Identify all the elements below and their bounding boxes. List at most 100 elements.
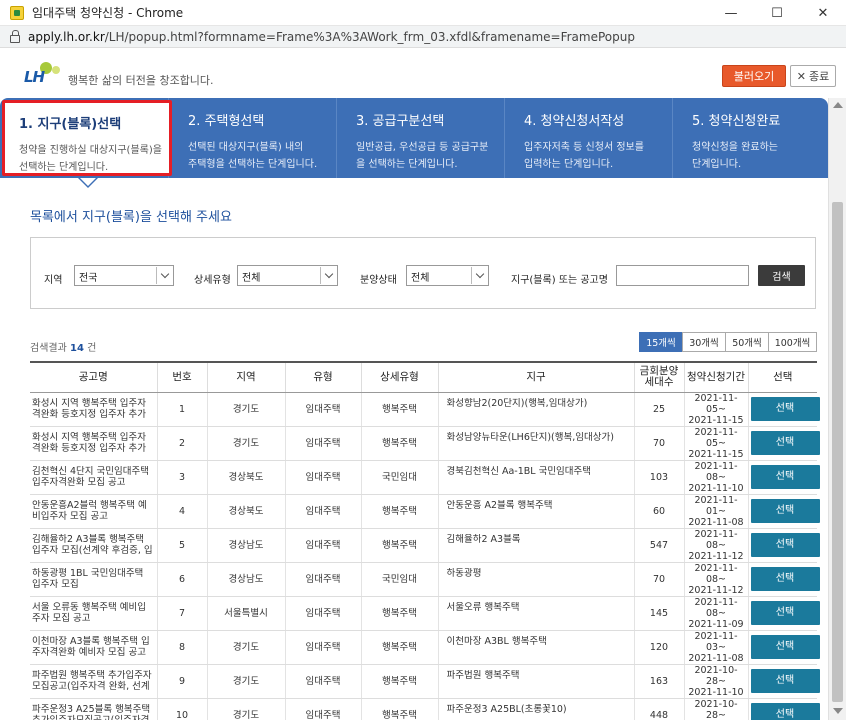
table-row[interactable]: 화성시 지역 행복주택 입주자 격완화 등호지정 입주자 추가 1 경기도 임대주택 행… [30,392,820,427]
cell-complex: 하동광평 [437,562,634,597]
table-row[interactable]: 파주법원 행복주택 추가입주자 모집공고(입주자격 완화, 선계 9 경기도 임대주택… [30,664,820,699]
cell-type: 임대주택 [284,698,361,720]
complex-text: 경북김천혁신 Aa-1BL 국민임대주택 [446,466,592,477]
result-count-label: 검색결과 [30,343,67,354]
cell-period: 2021-10-28~2021-11-10 [683,698,748,720]
chevron-down-icon [471,267,487,284]
lh-logo: LH [24,62,64,88]
complex-text: 하동광평 [446,568,482,579]
select-button[interactable]: 선택 [750,533,820,557]
cell-detail-type: 행복주택 [360,426,438,461]
step-5: 5. 청약신청완료 청약신청을 완료하는 단계입니다. [672,98,840,178]
col-complex[interactable]: 지구 [437,361,634,393]
cell-type: 임대주택 [284,494,361,529]
col-type[interactable]: 유형 [284,361,361,393]
cell-no: 3 [156,460,207,495]
col-units[interactable]: 금회분양 세대수 [633,361,684,393]
col-select: 선택 [747,361,817,393]
cell-region: 경기도 [206,630,285,665]
page-size-100[interactable]: 100개씩 [768,332,817,352]
brand-header: LH 행복한 삶의 터전을 창조합니다. 불러오기 ✕ 종료 [0,48,846,98]
cell-region: 경상남도 [206,528,285,563]
cell-complex: 김해율하2 A3블록 [437,528,634,563]
cell-select: 선택 [747,494,820,529]
select-button[interactable]: 선택 [750,465,820,489]
period-end: 2021-11-08 [688,516,744,528]
scroll-up-icon[interactable] [833,102,843,108]
vertical-scrollbar[interactable] [828,98,846,720]
sale-status-select[interactable]: 전체 [406,265,489,286]
select-button[interactable]: 선택 [750,431,820,455]
main-content: 목록에서 지구(블록)을 선택해 주세요 지역 전국 상세유형 전체 분양상태 … [0,178,828,720]
cell-notice: 화성시 지역 행복주택 입주자 격완화 등호지정 입주자 추가 [30,426,157,461]
select-button[interactable]: 선택 [750,499,820,523]
page-size-50[interactable]: 50개씩 [725,332,769,352]
select-button[interactable]: 선택 [750,703,820,720]
notice-text: 파주법원 행복주택 추가입주자 모집공고(입주자격 완화, 선계 [32,670,152,692]
results-table: 공고명 번호 지역 유형 상세유형 지구 금회분양 세대수 청약신청기간 선택 화… [30,361,820,720]
detail-type-select[interactable]: 전체 [237,265,338,286]
step-title: 2. 주택형선택 [188,114,265,129]
cell-region: 경기도 [206,664,285,699]
select-button[interactable]: 선택 [750,397,820,421]
step-desc-line2: 입력하는 단계입니다. [524,159,614,170]
select-button[interactable]: 선택 [750,567,820,591]
address-bar[interactable]: apply.lh.or.kr/LH/popup.html?formname=Fr… [0,26,846,48]
cell-notice: 파주법원 행복주택 추가입주자 모집공고(입주자격 완화, 선계 [30,664,157,699]
cell-type: 임대주택 [284,392,361,427]
load-button[interactable]: 불러오기 [722,65,786,87]
cell-complex: 경북김천혁신 Aa-1BL 국민임대주택 [437,460,634,495]
table-row[interactable]: 안동운흥A2블럭 행복주택 예 비입주자 모집 공고 4 경상북도 임대주택 행복주택 안… [30,494,820,529]
table-row[interactable]: 화성시 지역 행복주택 입주자 격완화 등호지정 입주자 추가 2 경기도 임대주택 행… [30,426,820,461]
cell-no: 1 [156,392,207,427]
scroll-down-icon[interactable] [833,708,843,714]
slogan: 행복한 삶의 터전을 창조합니다. [68,74,214,87]
col-no[interactable]: 번호 [156,361,207,393]
scroll-thumb[interactable] [832,202,843,702]
cell-notice: 김천혁신 4단지 국민임대주택 입주자격완화 모집 공고 [30,460,157,495]
col-period[interactable]: 청약신청기간 [683,361,748,393]
page-size-15[interactable]: 15개씩 [639,332,683,352]
period-end: 2021-11-10 [688,686,744,698]
cell-units: 145 [633,596,684,631]
table-row[interactable]: 서울 오류동 행복주택 예비입 주자 모집 공고 7 서울특별시 임대주택 행복주택 서울… [30,596,820,631]
select-button[interactable]: 선택 [750,635,820,659]
page-size-30[interactable]: 30개씩 [682,332,726,352]
cell-region: 경기도 [206,392,285,427]
period-end: 2021-11-10 [688,482,744,494]
cell-units: 25 [633,392,684,427]
cell-notice: 김해율하2 A3블록 행복주택 입주자 모집(선계약 후검증, 입 [30,528,157,563]
table-row[interactable]: 하동광평 1BL 국민임대주택 입주자 모집 6 경상남도 임대주택 국민임대 하동광평 7… [30,562,820,597]
col-region[interactable]: 지역 [206,361,285,393]
exit-button[interactable]: ✕ 종료 [790,65,836,87]
search-panel: 지역 전국 상세유형 전체 분양상태 전체 지구(블록) 또는 공고명 검색 [30,237,816,309]
table-header-row: 공고명 번호 지역 유형 상세유형 지구 금회분양 세대수 청약신청기간 선택 [30,361,817,393]
minimize-button[interactable]: — [708,0,754,26]
close-window-button[interactable]: ✕ [800,0,846,26]
complex-text: 화성남양뉴타운(LH6단지)(행복,임대상가) [446,432,614,443]
url[interactable]: apply.lh.or.kr/LH/popup.html?formname=Fr… [28,30,635,44]
notice-text: 김천혁신 4단지 국민임대주택 입주자격완화 모집 공고 [32,466,149,488]
table-row[interactable]: 파주운정3 A25블록 행복주택 추가입주자모집공고(입주자격 10경기도임대주택… [30,698,820,720]
period-start: 2021-10-28~ [694,698,738,720]
cell-no: 2 [156,426,207,461]
keyword-input[interactable] [616,265,749,286]
maximize-button[interactable]: ☐ [754,0,800,26]
cell-complex: 화성향남2(20단지)(행복,임대상가) [437,392,634,427]
select-button[interactable]: 선택 [750,601,820,625]
col-notice[interactable]: 공고명 [30,361,157,393]
cell-units: 547 [633,528,684,563]
cell-detail-type: 행복주택 [360,630,438,665]
table-row[interactable]: 이천마장 A3블록 행복주택 입 주자격완화 예비자 모집 공고 8 경기도 임대주택… [30,630,820,665]
cell-complex: 서울오류 행복주택 [437,596,634,631]
table-row[interactable]: 김해율하2 A3블록 행복주택 입주자 모집(선계약 후검증, 입 5 경상남도 임대… [30,528,820,563]
search-button[interactable]: 검색 [758,265,805,286]
period-start: 2021-11-05~ [694,392,738,415]
cell-notice: 파주운정3 A25블록 행복주택 추가입주자모집공고(입주자격 [30,698,157,720]
select-button[interactable]: 선택 [750,669,820,693]
cell-notice: 하동광평 1BL 국민임대주택 입주자 모집 [30,562,157,597]
table-row[interactable]: 김천혁신 4단지 국민임대주택 입주자격완화 모집 공고 3 경상북도 임대주택 국민임… [30,460,820,495]
region-select[interactable]: 전국 [74,265,174,286]
period-start: 2021-10-28~ [694,664,738,687]
col-detail-type[interactable]: 상세유형 [360,361,438,393]
